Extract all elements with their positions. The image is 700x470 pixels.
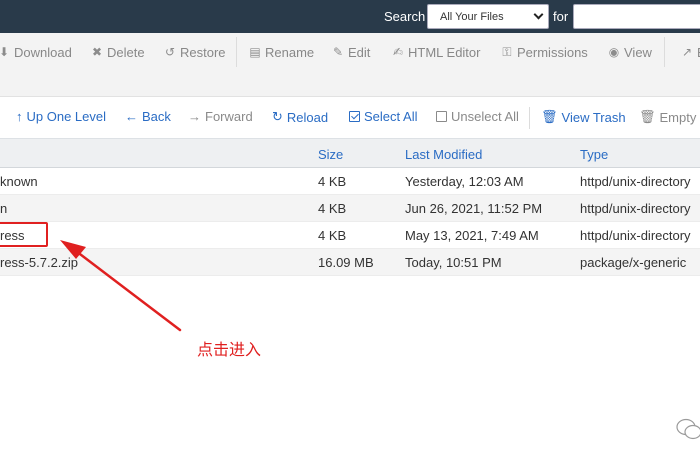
annotation-arrow: [60, 240, 182, 332]
watermark-logo: [676, 418, 700, 440]
annotation-note: 点击进入: [197, 340, 262, 359]
